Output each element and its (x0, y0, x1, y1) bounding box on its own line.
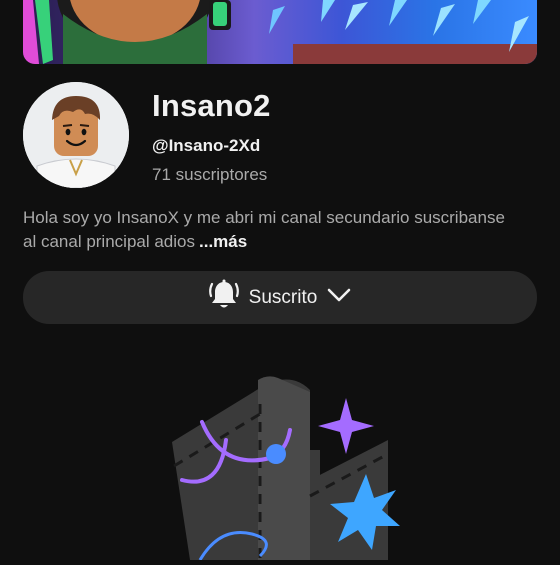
channel-banner (23, 0, 537, 64)
channel-handle: @Insano-2Xd (152, 136, 261, 155)
subscribed-label: Suscrito (248, 286, 318, 308)
channel-avatar[interactable] (23, 82, 129, 188)
description-line-2: al canal principal adios ...más (23, 230, 543, 254)
empty-channel-illustration (160, 370, 400, 565)
channel-name: Insano2 (152, 88, 271, 123)
description-line-1: Hola soy yo InsanoX y me abri mi canal s… (23, 208, 505, 227)
chevron-down-icon (327, 283, 351, 312)
subscriber-count: 71 suscriptores (152, 165, 268, 184)
channel-description[interactable]: Hola soy yo InsanoX y me abri mi canal s… (23, 206, 543, 254)
description-line-2-text: al canal principal adios (23, 232, 195, 251)
subscribed-button[interactable]: Suscrito (23, 271, 537, 324)
more-link[interactable]: ...más (199, 232, 247, 251)
bell-icon (208, 279, 239, 316)
